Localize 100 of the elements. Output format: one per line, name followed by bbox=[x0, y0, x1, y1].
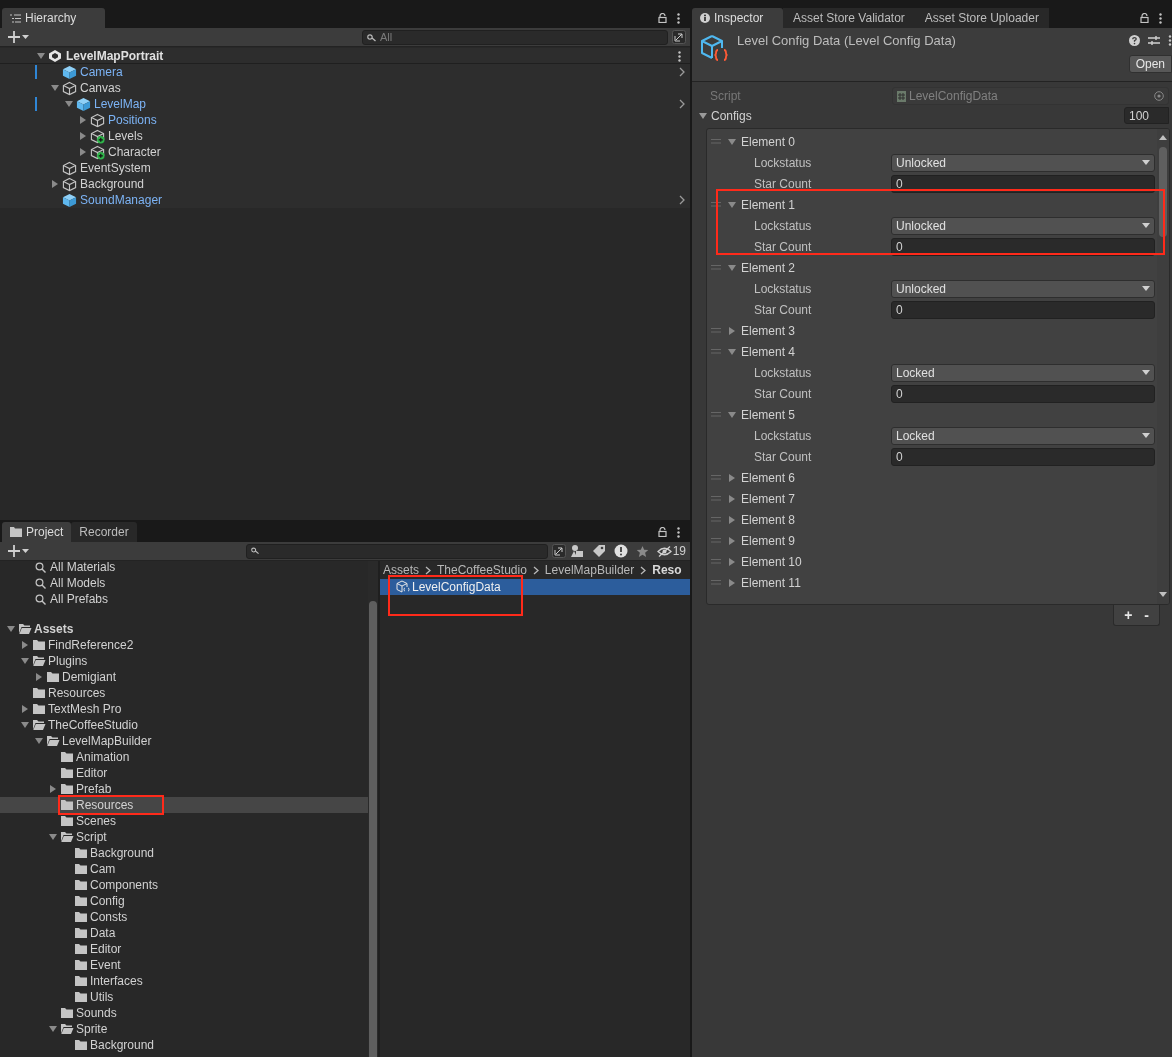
lockstatus-dropdown[interactable]: Locked bbox=[891, 363, 1155, 382]
expanded-arrow-icon[interactable] bbox=[728, 347, 736, 356]
expand-window-icon[interactable] bbox=[551, 544, 566, 558]
saved-search[interactable]: All Prefabs bbox=[50, 593, 109, 605]
collapsed-arrow-icon[interactable] bbox=[728, 473, 736, 482]
collapsed-arrow-icon[interactable] bbox=[21, 705, 29, 713]
collapsed-arrow-icon[interactable] bbox=[79, 148, 87, 156]
folder-row[interactable]: Sounds bbox=[0, 1005, 368, 1021]
folder-row[interactable]: Editor bbox=[0, 941, 368, 957]
drag-handle-icon[interactable] bbox=[711, 412, 721, 417]
lock-icon[interactable] bbox=[658, 13, 667, 23]
collapsed-arrow-icon[interactable] bbox=[728, 578, 736, 587]
hierarchy-item[interactable]: LevelMap bbox=[94, 98, 147, 110]
folder-row[interactable]: TheCoffeeStudio bbox=[0, 717, 368, 733]
panel-tab[interactable]: Asset Store Uploader bbox=[914, 8, 1049, 28]
folder-row[interactable]: Config bbox=[0, 893, 368, 909]
folder-row[interactable]: TextMesh Pro bbox=[0, 701, 368, 717]
folder-row[interactable]: Demigiant bbox=[0, 669, 368, 685]
expanded-arrow-icon[interactable] bbox=[49, 833, 57, 841]
hierarchy-item[interactable]: Camera bbox=[80, 66, 123, 78]
expanded-arrow-icon[interactable] bbox=[49, 1025, 57, 1033]
more-icon[interactable] bbox=[1168, 35, 1172, 46]
drag-handle-icon[interactable] bbox=[711, 349, 721, 354]
create-button[interactable] bbox=[8, 31, 29, 43]
expanded-arrow-icon[interactable] bbox=[728, 137, 736, 146]
element-label[interactable]: Element 2 bbox=[741, 261, 796, 274]
expanded-arrow-icon[interactable] bbox=[65, 100, 73, 108]
drag-handle-icon[interactable] bbox=[711, 328, 721, 333]
search-field[interactable]: All bbox=[362, 29, 668, 45]
help-icon[interactable] bbox=[1129, 35, 1140, 46]
hierarchy-item[interactable]: Character bbox=[108, 146, 161, 158]
collapsed-arrow-icon[interactable] bbox=[79, 132, 87, 140]
folder-row[interactable]: Resources bbox=[0, 685, 368, 701]
element-label[interactable]: Element 7 bbox=[741, 492, 796, 505]
hierarchy-item[interactable]: Levels bbox=[108, 130, 143, 142]
folder-row[interactable]: Background bbox=[0, 1037, 368, 1053]
panel-tab[interactable]: Hierarchy bbox=[2, 8, 105, 28]
element-label[interactable]: Element 1 bbox=[741, 198, 796, 211]
folder-row[interactable]: Interfaces bbox=[0, 973, 368, 989]
drag-handle-icon[interactable] bbox=[711, 580, 721, 585]
drag-handle-icon[interactable] bbox=[711, 538, 721, 543]
collapsed-arrow-icon[interactable] bbox=[728, 557, 736, 566]
drag-handle-icon[interactable] bbox=[711, 265, 721, 270]
scrollbar-thumb[interactable] bbox=[1159, 147, 1167, 237]
star-count-field[interactable]: 0 bbox=[891, 384, 1155, 403]
more-icon[interactable] bbox=[677, 526, 680, 538]
collapsed-arrow-icon[interactable] bbox=[728, 326, 736, 335]
star-icon[interactable] bbox=[635, 544, 649, 558]
shapes-icon[interactable] bbox=[569, 544, 584, 558]
chevron-right-icon[interactable] bbox=[679, 67, 685, 77]
expanded-arrow-icon[interactable] bbox=[728, 410, 736, 419]
panel-tab[interactable]: Project bbox=[2, 522, 72, 542]
element-label[interactable]: Element 4 bbox=[741, 345, 796, 358]
presets-icon[interactable] bbox=[1148, 35, 1160, 46]
saved-search[interactable]: All Materials bbox=[50, 561, 116, 573]
folder-row[interactable]: Prefab bbox=[0, 781, 368, 797]
folder-row[interactable]: Animation bbox=[0, 749, 368, 765]
tag-icon[interactable] bbox=[591, 544, 606, 558]
breadcrumb-link[interactable]: LevelMapBuilder bbox=[544, 564, 635, 576]
drag-handle-icon[interactable] bbox=[711, 496, 721, 501]
panel-tab[interactable]: Inspector bbox=[692, 8, 783, 28]
expanded-arrow-icon[interactable] bbox=[35, 737, 43, 745]
element-label[interactable]: Element 6 bbox=[741, 471, 796, 484]
add-button[interactable]: + bbox=[1124, 608, 1133, 622]
folder-row[interactable]: FindReference2 bbox=[0, 637, 368, 653]
folder-row[interactable]: Assets bbox=[0, 621, 368, 637]
expanded-arrow-icon[interactable] bbox=[51, 84, 59, 92]
folder-row[interactable]: Plugins bbox=[0, 653, 368, 669]
element-label[interactable]: Element 8 bbox=[741, 513, 796, 526]
folder-row[interactable]: Script bbox=[0, 829, 368, 845]
collapsed-arrow-icon[interactable] bbox=[728, 536, 736, 545]
drag-handle-icon[interactable] bbox=[711, 517, 721, 522]
folder-row[interactable]: Editor bbox=[0, 765, 368, 781]
expanded-arrow-icon[interactable] bbox=[728, 263, 736, 272]
drag-handle-icon[interactable] bbox=[711, 475, 721, 480]
lockstatus-dropdown[interactable]: Unlocked bbox=[891, 279, 1155, 298]
breadcrumb-link[interactable]: Assets bbox=[383, 564, 419, 576]
hierarchy-item[interactable]: EventSystem bbox=[80, 162, 151, 174]
expanded-arrow-icon[interactable] bbox=[7, 625, 15, 633]
search-field[interactable] bbox=[245, 543, 548, 559]
create-button[interactable] bbox=[8, 545, 29, 557]
lock-icon[interactable] bbox=[658, 527, 667, 537]
folder-row[interactable]: Event bbox=[0, 957, 368, 973]
collapsed-arrow-icon[interactable] bbox=[728, 515, 736, 524]
hierarchy-item[interactable]: Canvas bbox=[80, 82, 121, 94]
hierarchy-item[interactable]: Positions bbox=[108, 114, 157, 126]
panel-tab[interactable]: Asset Store Validator bbox=[783, 8, 915, 28]
scroll-up-icon[interactable] bbox=[1159, 135, 1167, 140]
collapsed-arrow-icon[interactable] bbox=[728, 494, 736, 503]
more-icon[interactable] bbox=[1159, 12, 1162, 24]
star-count-field[interactable]: 0 bbox=[891, 300, 1155, 319]
warning-icon[interactable] bbox=[613, 544, 628, 558]
target-icon[interactable] bbox=[1154, 91, 1164, 101]
hierarchy-item[interactable]: SoundManager bbox=[80, 194, 163, 206]
folder-row[interactable]: Utils bbox=[0, 989, 368, 1005]
drag-handle-icon[interactable] bbox=[711, 202, 721, 207]
drag-handle-icon[interactable] bbox=[711, 559, 721, 564]
expanded-arrow-icon[interactable] bbox=[37, 51, 45, 60]
element-label[interactable]: Element 11 bbox=[741, 576, 801, 589]
open-button[interactable]: Open bbox=[1128, 55, 1172, 73]
